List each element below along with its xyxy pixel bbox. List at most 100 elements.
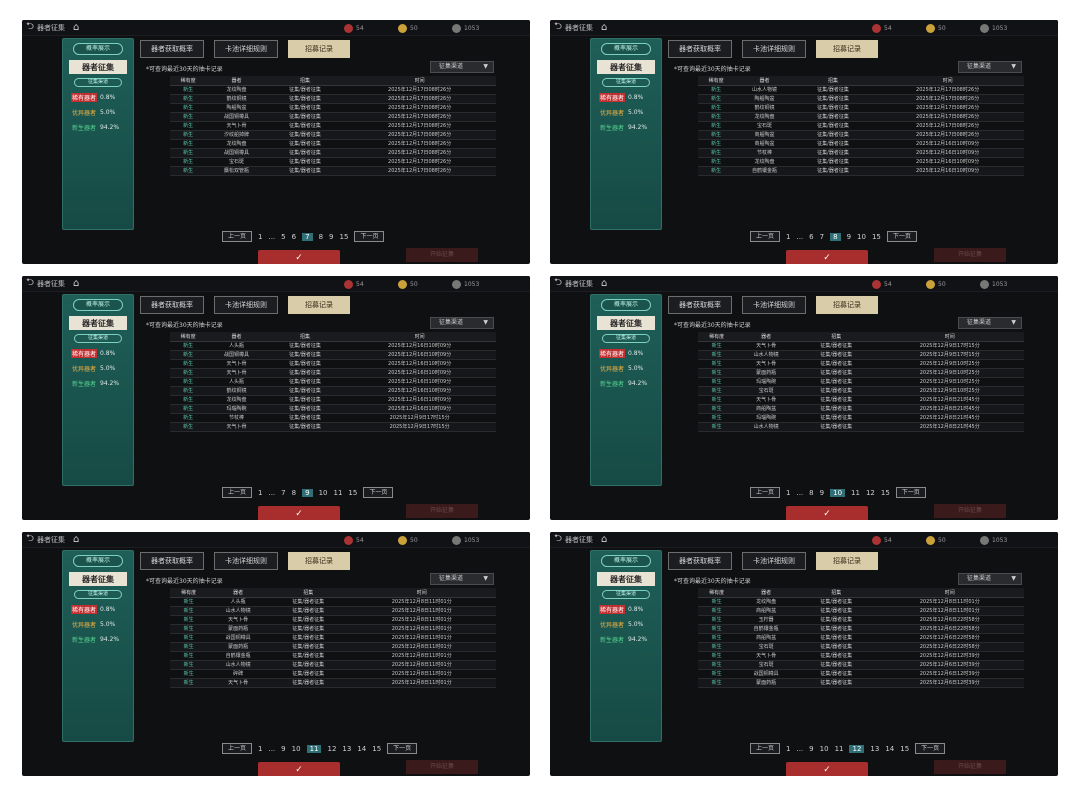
prev-page-button[interactable]: 上一页	[750, 231, 781, 242]
channel-dropdown[interactable]: 征集渠道 ▼	[958, 573, 1022, 585]
next-page-button[interactable]: 下一页	[915, 743, 946, 754]
back-icon[interactable]: ⮌	[554, 532, 562, 548]
page-number[interactable]: 15	[900, 745, 909, 753]
tab-recruit-record[interactable]: 招募记录	[816, 552, 878, 570]
channel-dropdown[interactable]: 征集渠道 ▼	[430, 317, 494, 329]
tab-pool-rules[interactable]: 卡池详细规则	[742, 296, 806, 314]
tab-recruit-record[interactable]: 招募记录	[816, 296, 878, 314]
page-number[interactable]: 9	[329, 233, 333, 241]
current-page[interactable]: 10	[830, 488, 846, 497]
page-number[interactable]: 14	[357, 745, 366, 753]
home-icon[interactable]: ⌂	[601, 22, 607, 33]
start-recruit-button[interactable]: 开始征集	[406, 504, 478, 518]
tab-pool-rules[interactable]: 卡池详细规则	[742, 552, 806, 570]
current-page[interactable]: 8	[830, 232, 841, 241]
page-number[interactable]: 11	[851, 489, 860, 497]
page-number[interactable]: 10	[292, 745, 301, 753]
page-number[interactable]: 9	[820, 489, 824, 497]
channel-dropdown[interactable]: 征集渠道 ▼	[430, 573, 494, 585]
tab-pool-rules[interactable]: 卡池详细规则	[214, 552, 278, 570]
prev-page-button[interactable]: 上一页	[750, 487, 781, 498]
page-number[interactable]: 1	[258, 489, 262, 497]
page-number[interactable]: 15	[872, 233, 881, 241]
tab-probability[interactable]: 器者获取概率	[140, 40, 204, 58]
next-page-button[interactable]: 下一页	[886, 231, 917, 242]
channel-dropdown[interactable]: 征集渠道 ▼	[958, 61, 1022, 73]
current-page[interactable]: 11	[306, 744, 322, 753]
page-number[interactable]: 13	[342, 745, 351, 753]
back-icon[interactable]: ⮌	[26, 20, 34, 36]
current-page[interactable]: 7	[302, 232, 313, 241]
page-number[interactable]: 6	[292, 233, 296, 241]
page-number[interactable]: 15	[372, 745, 381, 753]
home-icon[interactable]: ⌂	[73, 534, 79, 545]
current-page[interactable]: 12	[849, 744, 865, 753]
page-number[interactable]: 11	[835, 745, 844, 753]
page-number[interactable]: 15	[340, 233, 349, 241]
prev-page-button[interactable]: 上一页	[222, 743, 253, 754]
confirm-button[interactable]: ✓	[786, 250, 868, 264]
page-number[interactable]: 10	[857, 233, 866, 241]
page-number[interactable]: 14	[885, 745, 894, 753]
confirm-button[interactable]: ✓	[258, 250, 340, 264]
sidebar-filter[interactable]: 征集渠道	[602, 334, 650, 343]
page-number[interactable]: 1	[786, 233, 790, 241]
tab-recruit-record[interactable]: 招募记录	[288, 296, 350, 314]
tab-recruit-record[interactable]: 招募记录	[288, 552, 350, 570]
prev-page-button[interactable]: 上一页	[222, 487, 253, 498]
page-number[interactable]: 8	[292, 489, 296, 497]
prev-page-button[interactable]: 上一页	[750, 743, 781, 754]
tab-recruit-record[interactable]: 招募记录	[816, 40, 878, 58]
next-page-button[interactable]: 下一页	[895, 487, 926, 498]
tab-pool-rules[interactable]: 卡池详细规则	[214, 40, 278, 58]
start-recruit-button[interactable]: 开始征集	[934, 248, 1006, 262]
tab-probability[interactable]: 器者获取概率	[140, 552, 204, 570]
page-number[interactable]: 9	[809, 745, 813, 753]
page-number[interactable]: 9	[281, 745, 285, 753]
next-page-button[interactable]: 下一页	[354, 231, 385, 242]
home-icon[interactable]: ⌂	[73, 22, 79, 33]
current-page[interactable]: 9	[302, 488, 313, 497]
tab-probability[interactable]: 器者获取概率	[668, 40, 732, 58]
start-recruit-button[interactable]: 开始征集	[934, 760, 1006, 774]
back-icon[interactable]: ⮌	[554, 276, 562, 292]
page-number[interactable]: 12	[866, 489, 875, 497]
confirm-button[interactable]: ✓	[258, 506, 340, 520]
page-number[interactable]: 5	[281, 233, 285, 241]
channel-dropdown[interactable]: 征集渠道 ▼	[958, 317, 1022, 329]
page-number[interactable]: 12	[327, 745, 336, 753]
tab-pool-rules[interactable]: 卡池详细规则	[214, 296, 278, 314]
next-page-button[interactable]: 下一页	[387, 743, 418, 754]
sidebar-filter[interactable]: 征集渠道	[74, 590, 122, 599]
start-recruit-button[interactable]: 开始征集	[934, 504, 1006, 518]
next-page-button[interactable]: 下一页	[363, 487, 394, 498]
page-number[interactable]: 1	[786, 745, 790, 753]
page-number[interactable]: 8	[319, 233, 323, 241]
page-number[interactable]: 7	[820, 233, 824, 241]
sidebar-filter[interactable]: 征集渠道	[602, 590, 650, 599]
tab-probability[interactable]: 器者获取概率	[668, 552, 732, 570]
page-number[interactable]: 13	[870, 745, 879, 753]
page-number[interactable]: 9	[847, 233, 851, 241]
sidebar-filter[interactable]: 征集渠道	[602, 78, 650, 87]
home-icon[interactable]: ⌂	[601, 278, 607, 289]
sidebar-filter[interactable]: 征集渠道	[74, 78, 122, 87]
page-number[interactable]: 10	[319, 489, 328, 497]
confirm-button[interactable]: ✓	[786, 762, 868, 776]
page-number[interactable]: 10	[820, 745, 829, 753]
start-recruit-button[interactable]: 开始征集	[406, 248, 478, 262]
page-number[interactable]: 6	[809, 233, 813, 241]
back-icon[interactable]: ⮌	[26, 532, 34, 548]
page-number[interactable]: 1	[258, 233, 262, 241]
page-number[interactable]: 1	[786, 489, 790, 497]
channel-dropdown[interactable]: 征集渠道 ▼	[430, 61, 494, 73]
tab-probability[interactable]: 器者获取概率	[668, 296, 732, 314]
page-number[interactable]: 1	[258, 745, 262, 753]
page-number[interactable]: 7	[281, 489, 285, 497]
page-number[interactable]: 11	[334, 489, 343, 497]
prev-page-button[interactable]: 上一页	[222, 231, 253, 242]
sidebar-filter[interactable]: 征集渠道	[74, 334, 122, 343]
home-icon[interactable]: ⌂	[73, 278, 79, 289]
start-recruit-button[interactable]: 开始征集	[406, 760, 478, 774]
tab-pool-rules[interactable]: 卡池详细规则	[742, 40, 806, 58]
